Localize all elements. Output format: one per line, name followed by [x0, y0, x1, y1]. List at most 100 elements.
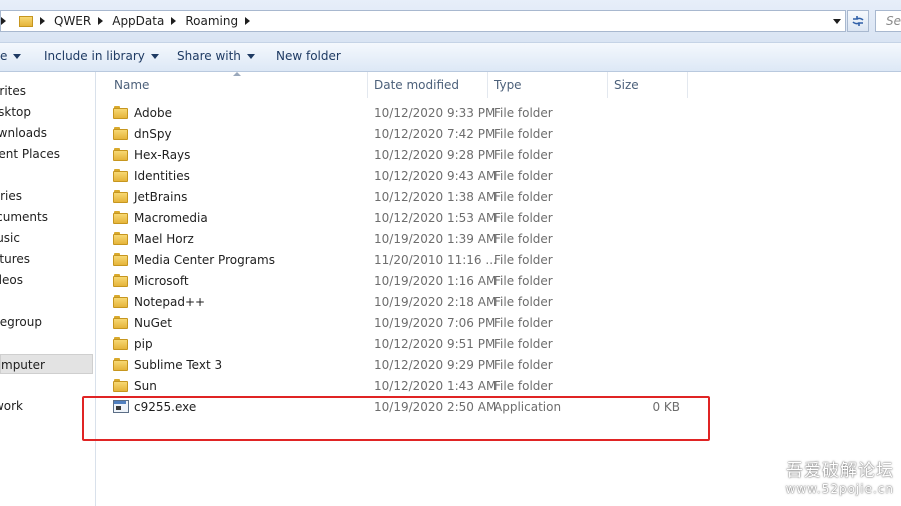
watermark-title: 吾爱破解论坛 [786, 461, 894, 481]
chevron-right-icon[interactable] [1, 17, 6, 25]
nav-item-videos[interactable]: deos [0, 270, 23, 290]
chevron-down-icon [833, 18, 841, 24]
file-type: File folder [494, 295, 553, 309]
watermark-url: www.52pojie.cn [785, 482, 894, 496]
file-date-modified: 10/19/2020 2:18 AM [374, 295, 497, 309]
folder-icon [19, 15, 35, 27]
table-row[interactable]: Microsoft 10/19/2020 1:16 AM File folder [96, 271, 901, 292]
file-name: Microsoft [134, 274, 189, 288]
table-row[interactable]: Adobe 10/12/2020 9:33 PM File folder [96, 103, 901, 124]
table-row[interactable]: NuGet 10/19/2020 7:06 PM File folder [96, 313, 901, 334]
nav-item-downloads[interactable]: wnloads [0, 123, 47, 143]
folder-icon [113, 336, 129, 352]
organize-button[interactable]: e [0, 49, 22, 63]
file-type: File folder [494, 169, 553, 183]
file-name: NuGet [134, 316, 172, 330]
file-date-modified: 10/12/2020 1:43 AM [374, 379, 497, 393]
nav-item-label: mputer [1, 358, 45, 372]
file-name: Sun [134, 379, 157, 393]
table-row[interactable]: Media Center Programs 11/20/2010 11:16 ..… [96, 250, 901, 271]
table-row[interactable]: Macromedia 10/12/2020 1:53 AM File folder [96, 208, 901, 229]
nav-item-libraries[interactable]: aries [0, 186, 22, 206]
nav-item-music[interactable]: usic [0, 228, 20, 248]
breadcrumb-item[interactable]: AppData [110, 14, 166, 28]
file-date-modified: 10/12/2020 9:28 PM [374, 148, 496, 162]
chevron-right-icon[interactable] [98, 17, 104, 25]
highlight-annotation [82, 396, 710, 441]
file-name: pip [134, 337, 153, 351]
table-row[interactable]: dnSpy 10/12/2020 7:42 PM File folder [96, 124, 901, 145]
chevron-right-icon[interactable] [40, 17, 45, 25]
file-type: File folder [494, 106, 553, 120]
column-header-name[interactable]: Name [108, 72, 368, 98]
folder-icon [113, 294, 129, 310]
folder-icon [113, 378, 129, 394]
breadcrumb[interactable]: QWER AppData Roaming [0, 10, 846, 32]
command-bar: e Include in library Share with New fold… [0, 43, 901, 72]
file-name: Adobe [134, 106, 172, 120]
nav-item-label: wnloads [0, 126, 47, 140]
file-type: File folder [494, 148, 553, 162]
nav-item-label: rites [0, 84, 26, 98]
breadcrumb-item[interactable]: Roaming [183, 14, 240, 28]
chevron-right-icon[interactable] [171, 17, 177, 25]
share-with-button[interactable]: Share with [177, 49, 255, 63]
column-header-type[interactable]: Type [488, 72, 608, 98]
file-name: Identities [134, 169, 190, 183]
include-in-library-button[interactable]: Include in library [44, 49, 159, 63]
table-row[interactable]: Sublime Text 3 10/12/2020 9:29 PM File fol… [96, 355, 901, 376]
chevron-down-icon [150, 53, 159, 59]
refresh-button[interactable] [847, 10, 869, 32]
table-row[interactable]: Sun 10/12/2020 1:43 AM File folder [96, 376, 901, 397]
nav-item-label: cent Places [0, 147, 60, 161]
file-type: File folder [494, 127, 553, 141]
refresh-icon [852, 16, 864, 26]
nav-item-recent-places[interactable]: cent Places [0, 144, 60, 164]
file-name: JetBrains [134, 190, 188, 204]
chevron-right-icon[interactable] [245, 17, 251, 25]
file-type: File folder [494, 253, 553, 267]
file-date-modified: 10/19/2020 1:16 AM [374, 274, 497, 288]
new-folder-label: New folder [276, 49, 341, 63]
file-date-modified: 11/20/2010 11:16 ... [374, 253, 497, 267]
nav-item-label: deos [0, 273, 23, 287]
file-name: Hex-Rays [134, 148, 191, 162]
table-row[interactable]: pip 10/12/2020 9:51 PM File folder [96, 334, 901, 355]
file-type: File folder [494, 274, 553, 288]
nav-item-label: ctures [0, 252, 30, 266]
column-header-size[interactable]: Size [608, 72, 688, 98]
nav-item-documents[interactable]: ocuments [0, 207, 48, 227]
search-input[interactable]: Sea [875, 10, 901, 32]
table-row[interactable]: Identities 10/12/2020 9:43 AM File folder [96, 166, 901, 187]
nav-item-homegroup[interactable]: negroup [0, 312, 42, 332]
table-row[interactable]: Notepad++ 10/19/2020 2:18 AM File folder [96, 292, 901, 313]
file-date-modified: 10/19/2020 7:06 PM [374, 316, 496, 330]
nav-item-pictures[interactable]: ctures [0, 249, 30, 269]
nav-item-computer[interactable]: mputer [0, 354, 93, 374]
table-row[interactable]: Hex-Rays 10/12/2020 9:28 PM File folder [96, 145, 901, 166]
nav-item-label: sktop [0, 105, 31, 119]
nav-item-desktop[interactable]: sktop [0, 102, 31, 122]
file-date-modified: 10/12/2020 9:43 AM [374, 169, 497, 183]
folder-icon [113, 273, 129, 289]
breadcrumb-item[interactable]: QWER [52, 14, 93, 28]
column-header-date[interactable]: Date modified [368, 72, 488, 98]
navigation-pane[interactable]: rites sktop wnloads cent Places aries oc… [0, 72, 96, 506]
nav-item-network[interactable]: work [0, 396, 23, 416]
file-name: Sublime Text 3 [134, 358, 223, 372]
file-date-modified: 10/12/2020 1:53 AM [374, 211, 497, 225]
file-date-modified: 10/19/2020 1:39 AM [374, 232, 497, 246]
include-label: Include in library [44, 49, 145, 63]
address-history-dropdown[interactable] [829, 11, 845, 31]
folder-icon [113, 168, 129, 184]
table-row[interactable]: Mael Horz 10/19/2020 1:39 AM File folder [96, 229, 901, 250]
nav-item-label: negroup [0, 315, 42, 329]
file-name: Notepad++ [134, 295, 206, 309]
new-folder-button[interactable]: New folder [276, 49, 341, 63]
nav-item-favorites[interactable]: rites [0, 81, 26, 101]
table-row[interactable]: JetBrains 10/12/2020 1:38 AM File folder [96, 187, 901, 208]
watermark: 吾爱破解论坛 www.52pojie.cn [772, 456, 894, 496]
chevron-down-icon [246, 53, 255, 59]
folder-icon [113, 252, 129, 268]
file-type: File folder [494, 379, 553, 393]
